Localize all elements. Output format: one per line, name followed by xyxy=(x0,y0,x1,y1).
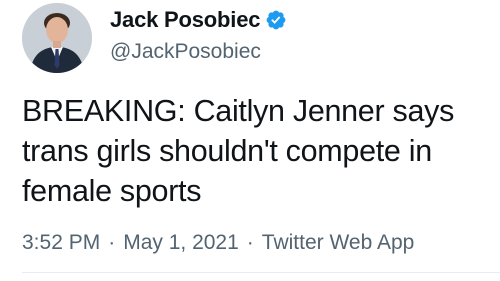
verified-badge-icon xyxy=(265,9,287,31)
tweet-date[interactable]: May 1, 2021 xyxy=(123,231,239,255)
tweet-card: Jack Posobiec @JackPosobiec BREAKING: Ca… xyxy=(0,0,500,281)
meta-separator: · xyxy=(108,231,116,254)
tweet-metadata: 3:52 PM · May 1, 2021 · Twitter Web App xyxy=(22,231,414,255)
author-name-row[interactable]: Jack Posobiec xyxy=(110,6,287,34)
divider xyxy=(22,272,500,273)
meta-separator: · xyxy=(246,231,254,254)
tweet-source[interactable]: Twitter Web App xyxy=(262,231,415,255)
display-name[interactable]: Jack Posobiec xyxy=(110,7,260,33)
tweet-text: BREAKING: Caitlyn Jenner says trans girl… xyxy=(22,94,455,208)
tweet-time[interactable]: 3:52 PM xyxy=(22,231,100,255)
profile-photo-icon xyxy=(22,3,92,73)
author-handle[interactable]: @JackPosobiec xyxy=(110,40,261,64)
avatar[interactable] xyxy=(22,3,92,73)
